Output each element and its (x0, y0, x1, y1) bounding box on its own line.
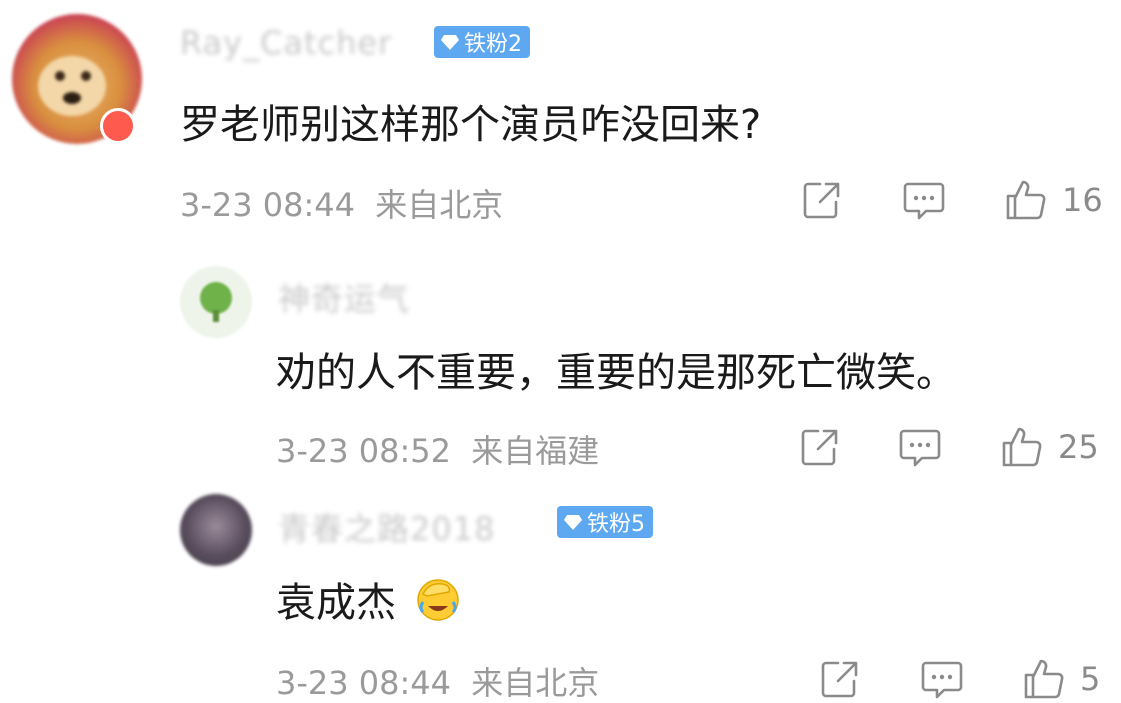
avatar[interactable] (180, 266, 252, 338)
comment-meta: 3-23 08:44 来自北京 (276, 658, 599, 703)
comment-meta: 3-23 08:52 来自福建 (276, 426, 599, 472)
timestamp: 3-23 08:44 (180, 186, 356, 224)
like-count: 5 (1080, 660, 1101, 698)
like-count: 16 (1062, 181, 1103, 219)
thumbs-up-icon[interactable] (1004, 178, 1048, 222)
facepalm-cry-emoji (416, 579, 459, 621)
timestamp: 3-23 08:52 (276, 432, 452, 470)
diamond-icon (441, 35, 459, 50)
share-icon[interactable] (798, 425, 842, 469)
fan-badge-label: 铁粉5 (587, 512, 645, 537)
comment-text: 劝的人不重要，重要的是那死亡微笑。 (276, 350, 956, 396)
location: 来自北京 (375, 186, 504, 224)
thumbs-up-icon[interactable] (1022, 657, 1066, 701)
comment-text: 罗老师别这样那个演员咋没回来? (180, 102, 762, 148)
fan-badge-label: 铁粉2 (464, 32, 522, 57)
comment-icon[interactable] (902, 178, 946, 222)
username[interactable]: Ray_Catcher (180, 24, 392, 62)
comment-actions: 5 (818, 654, 1118, 703)
share-icon[interactable] (800, 178, 844, 222)
fan-badge: 铁粉5 (557, 506, 653, 538)
share-icon[interactable] (818, 657, 862, 701)
fan-badge: 铁粉2 (434, 26, 530, 58)
comment-icon[interactable] (920, 657, 964, 701)
comment-actions: 16 (800, 175, 1110, 225)
location: 来自福建 (471, 432, 600, 470)
comment-text-body: 袁成杰 (276, 580, 396, 626)
location: 来自北京 (471, 664, 600, 702)
diamond-icon (564, 515, 582, 530)
username[interactable]: 神奇运气 (278, 274, 410, 320)
avatar[interactable] (180, 494, 252, 566)
comment-actions: 25 (798, 422, 1108, 472)
thumbs-up-icon[interactable] (1000, 425, 1044, 469)
comment-text: 袁成杰 (276, 570, 461, 628)
username[interactable]: 青春之路2018 (278, 504, 495, 550)
like-count: 25 (1058, 428, 1099, 466)
timestamp: 3-23 08:44 (276, 664, 452, 702)
comment-meta: 3-23 08:44 来自北京 (180, 180, 503, 226)
verified-badge-icon (100, 108, 136, 144)
comment-icon[interactable] (898, 425, 942, 469)
